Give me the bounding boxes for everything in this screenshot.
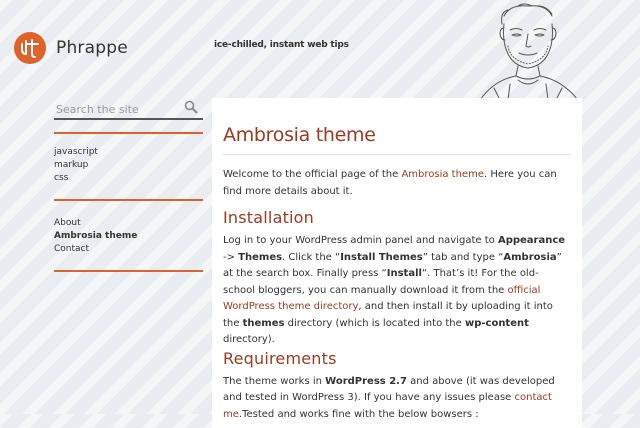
intro-paragraph: Welcome to the official page of the Ambr… bbox=[223, 167, 570, 200]
installation-paragraph: Log in to your WordPress admin panel and… bbox=[223, 233, 570, 349]
appearance-label: Appearance bbox=[497, 235, 566, 246]
installation-heading: Installation bbox=[223, 208, 315, 227]
category-link-css[interactable]: css bbox=[54, 172, 203, 185]
wordpress-version-label: WordPress 2.7 bbox=[325, 375, 407, 387]
search-input[interactable] bbox=[54, 100, 176, 118]
page-link-about[interactable]: About bbox=[54, 217, 203, 230]
themes-label: Themes bbox=[238, 251, 283, 263]
category-link-markup[interactable]: markup bbox=[54, 159, 203, 172]
text: The theme works in bbox=[223, 375, 326, 387]
text: . Click the “ bbox=[282, 251, 341, 263]
page-link-ambrosia-theme[interactable]: Ambrosia theme bbox=[54, 230, 203, 243]
site-logo[interactable]: Phrappe bbox=[14, 32, 128, 64]
ambrosia-theme-link[interactable]: Ambrosia theme bbox=[401, 169, 484, 180]
wp-content-label: wp-content bbox=[464, 317, 529, 329]
text: ” tab and type “ bbox=[422, 251, 504, 263]
sidebar-divider bbox=[54, 199, 203, 201]
site-tagline: ice-chilled, instant web tips bbox=[214, 40, 349, 50]
themes-directory-label: themes bbox=[242, 317, 285, 329]
intro-text: Welcome to the official page of the bbox=[223, 169, 402, 180]
page-list: About Ambrosia theme Contact bbox=[54, 217, 203, 256]
ambrosia-label: Ambrosia bbox=[503, 251, 557, 263]
search-icon[interactable] bbox=[184, 100, 198, 114]
category-link-javascript[interactable]: javascript bbox=[54, 146, 203, 159]
text: -> bbox=[223, 251, 239, 263]
site-name[interactable]: Phrappe bbox=[56, 38, 128, 58]
text: directory). bbox=[223, 334, 275, 345]
requirements-heading: Requirements bbox=[223, 348, 337, 368]
search-box bbox=[54, 98, 203, 120]
category-list: javascript markup css bbox=[54, 146, 203, 185]
text: .Tested and works fine with the below bo… bbox=[238, 408, 479, 420]
text: Log in to your WordPress admin panel and… bbox=[223, 235, 498, 246]
requirements-paragraph: The theme works in WordPress 2.7 and abo… bbox=[223, 374, 570, 424]
install-themes-label: Install Themes bbox=[340, 251, 423, 263]
sidebar: javascript markup css About Ambrosia the… bbox=[54, 98, 203, 284]
page-title: Ambrosia theme bbox=[223, 124, 570, 155]
page-link-contact[interactable]: Contact bbox=[54, 243, 203, 256]
install-label: Install bbox=[386, 268, 422, 279]
text: directory (which is located into the bbox=[284, 317, 465, 329]
main-content: Ambrosia theme Welcome to the official p… bbox=[212, 98, 582, 428]
sidebar-divider bbox=[54, 270, 203, 272]
author-portrait-illustration bbox=[479, 3, 579, 101]
sidebar-divider bbox=[54, 132, 203, 134]
phrappe-logo-icon bbox=[14, 32, 46, 64]
